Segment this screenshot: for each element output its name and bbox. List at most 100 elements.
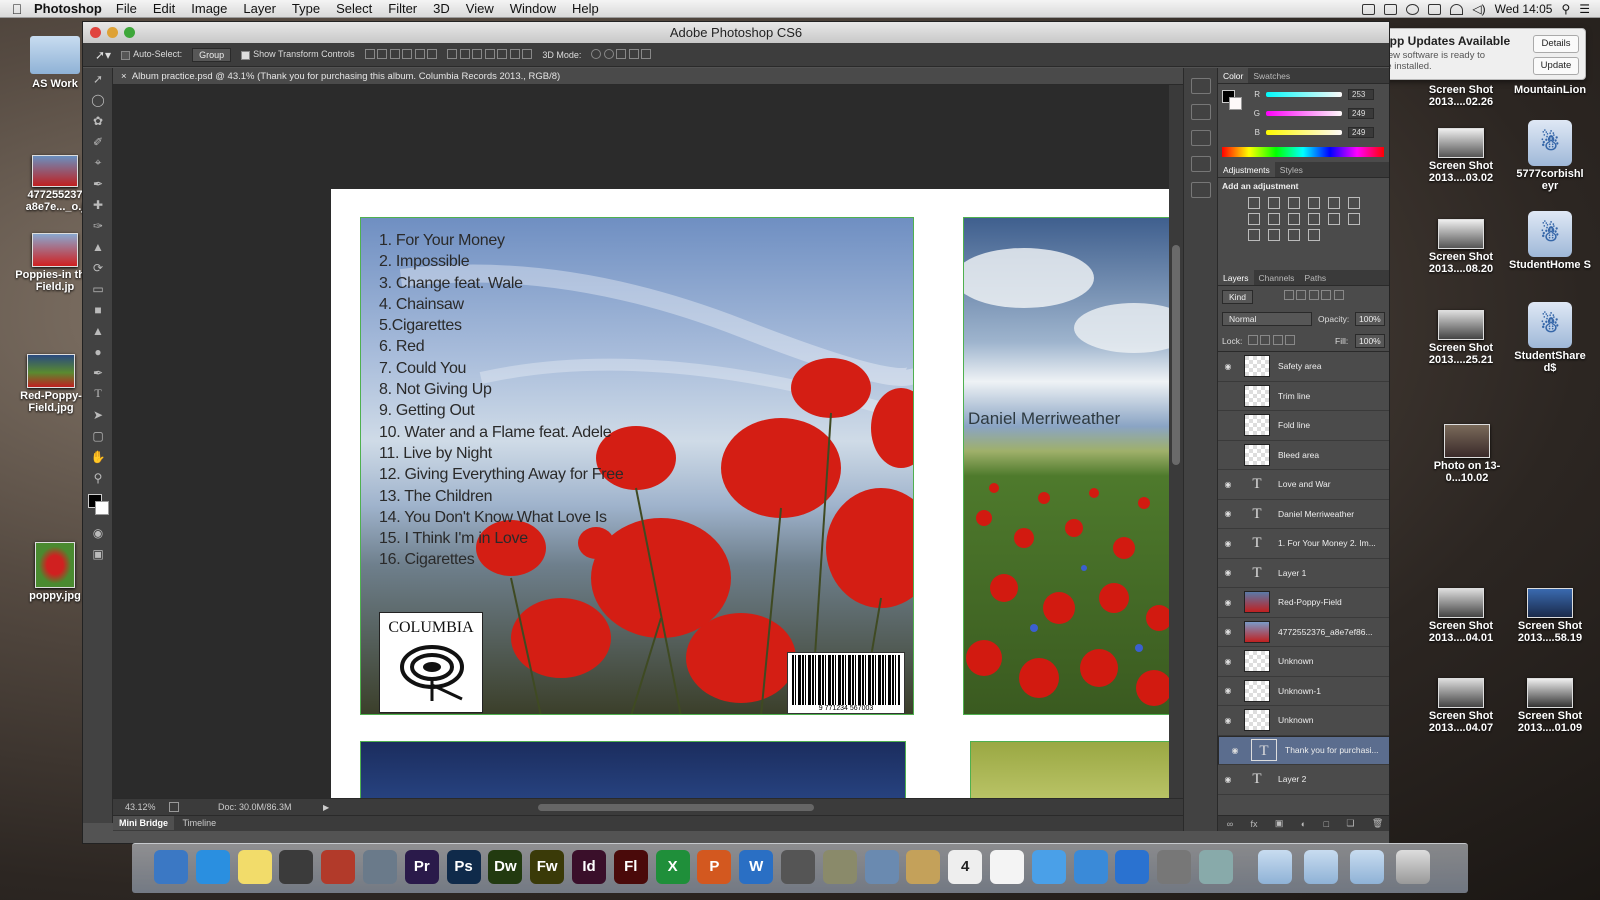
dock-stickies-icon[interactable] (237, 850, 272, 884)
eraser-tool-icon[interactable]: ▭ (83, 278, 113, 299)
quick-select-tool-icon[interactable]: ✐ (83, 131, 113, 152)
layer-name[interactable]: Unknown-1 (1278, 686, 1321, 696)
tab-adjustments[interactable]: Adjustments (1218, 162, 1275, 177)
layer-name[interactable]: Bleed area (1278, 450, 1319, 460)
dock-launchpad-icon[interactable] (781, 850, 815, 884)
desktop-item[interactable]: Screen Shot 2013....03.02 (1420, 128, 1502, 184)
new-layer-icon[interactable]: ❏ (1346, 818, 1354, 829)
desktop-item[interactable]: MountainLion (1509, 84, 1591, 96)
distribute-icons[interactable] (447, 48, 533, 61)
red-slider[interactable]: R 253 (1218, 85, 1389, 104)
layer-name[interactable]: Unknown (1278, 656, 1313, 666)
dock-iphoto-icon[interactable] (363, 850, 397, 884)
layer-name[interactable]: Fold line (1278, 420, 1310, 430)
dock-dreamweaver-icon[interactable]: Dw (488, 850, 523, 884)
dock-finder-icon[interactable] (154, 850, 188, 884)
status-options-icon[interactable] (169, 802, 179, 812)
horizontal-scrollbar-thumb[interactable] (538, 804, 814, 811)
black-white-icon[interactable] (1268, 213, 1280, 225)
desktop-item[interactable]: Screen Shot 2013....08.20 (1420, 219, 1502, 275)
eye-icon[interactable]: ◉ (1220, 568, 1236, 577)
background-color-swatch[interactable] (95, 501, 109, 515)
lock-icons[interactable] (1248, 335, 1296, 347)
delete-layer-icon[interactable]: 🗑 (1372, 818, 1383, 829)
dock-photo-booth-icon[interactable] (321, 850, 356, 884)
tab-styles[interactable]: Styles (1275, 162, 1308, 177)
lasso-tool-icon[interactable]: ✿ (83, 110, 113, 131)
eye-icon[interactable]: ◉ (1220, 598, 1236, 607)
eye-icon[interactable]: ◉ (1220, 509, 1236, 518)
layer-row[interactable]: ◉ T Layer 2 (1218, 765, 1389, 795)
layer-style-icon[interactable]: fx (1250, 819, 1257, 829)
dock-messages-icon[interactable] (1031, 850, 1066, 884)
layer-name[interactable]: Layer 2 (1278, 774, 1306, 784)
blue-slider[interactable]: B 249 (1218, 123, 1389, 142)
eye-icon[interactable]: ◉ (1227, 746, 1243, 755)
menu-file[interactable]: File (116, 1, 137, 16)
fill-input[interactable]: 100% (1355, 334, 1385, 348)
dock-documents-icon[interactable] (1304, 850, 1338, 884)
zoom-level[interactable]: 43.12% (125, 799, 156, 816)
layer-filter-icons[interactable] (1284, 290, 1344, 302)
dock-preview-icon[interactable] (822, 850, 857, 884)
dock-trash-icon[interactable] (1396, 850, 1430, 884)
shape-tool-icon[interactable]: ▢ (83, 425, 113, 446)
layer-name[interactable]: 1. For Your Money 2. Im... (1278, 538, 1376, 548)
menu-window[interactable]: Window (510, 1, 556, 16)
desktop-item[interactable]: Screen Shot 2013....01.09 (1509, 678, 1591, 734)
menu-layer[interactable]: Layer (243, 1, 276, 16)
exposure-icon[interactable] (1308, 197, 1320, 209)
blur-tool-icon[interactable]: ▲ (83, 320, 113, 341)
green-value[interactable]: 249 (1348, 108, 1374, 119)
dock-itunes-icon[interactable] (1073, 850, 1108, 884)
menu-type[interactable]: Type (292, 1, 320, 16)
invert-icon[interactable] (1348, 213, 1360, 225)
layer-name[interactable]: Daniel Merriweather (1278, 509, 1354, 519)
desktop-item[interactable]: Screen Shot 2013....04.07 (1420, 678, 1502, 734)
opacity-input[interactable]: 100% (1355, 312, 1385, 326)
dock-photos-icon[interactable] (1199, 850, 1233, 884)
canvas-vertical-scrollbar[interactable] (1169, 85, 1183, 798)
layer-name[interactable]: 4772552376_a8e7ef86... (1278, 627, 1373, 637)
move-tool-preset-icon[interactable]: ➚▾ (95, 48, 111, 62)
menu-filter[interactable]: Filter (388, 1, 417, 16)
dock-mail-icon[interactable] (864, 850, 899, 884)
eye-icon[interactable]: ◉ (1220, 686, 1236, 695)
threshold-icon[interactable] (1268, 229, 1280, 241)
layer-name[interactable]: Safety area (1278, 361, 1321, 371)
desktop-item[interactable]: ☃ StudentHome S (1509, 211, 1591, 271)
history-panel-icon[interactable] (1190, 78, 1211, 94)
zoom-tool-icon[interactable]: ⚲ (83, 467, 113, 488)
dock-calendar-icon[interactable]: 4 (948, 850, 983, 884)
photo-filter-icon[interactable] (1288, 213, 1300, 225)
desktop-item[interactable]: Screen Shot 2013....04.01 (1420, 588, 1502, 644)
status-menu-arrow-icon[interactable]: ▶ (323, 799, 329, 816)
layer-row[interactable]: ◉ Unknown-1 (1218, 677, 1389, 706)
healing-tool-icon[interactable]: ✚ (83, 194, 113, 215)
quick-mask-icon[interactable]: ◉ (83, 522, 113, 543)
curves-icon[interactable] (1288, 197, 1300, 209)
menu-app-name[interactable]: Photoshop (34, 1, 102, 16)
layer-row[interactable]: ◉ Unknown (1218, 706, 1389, 736)
color-spectrum[interactable] (1222, 147, 1384, 157)
channel-mixer-icon[interactable] (1308, 213, 1320, 225)
tab-color[interactable]: Color (1218, 68, 1249, 83)
menu-3d[interactable]: 3D (433, 1, 450, 16)
dock-powerpoint-icon[interactable]: P (697, 850, 732, 884)
layer-row-selected[interactable]: ◉ T Thank you for purchasi... (1218, 735, 1389, 765)
posterize-icon[interactable] (1248, 229, 1260, 241)
desktop-item[interactable]: Screen Shot 2013....02.26 (1420, 84, 1502, 108)
move-tool-icon[interactable]: ➚ (83, 68, 113, 89)
scrollbar-thumb[interactable] (1172, 245, 1180, 465)
dock-premiere-icon[interactable]: Pr (404, 850, 439, 884)
dock-safari-icon[interactable] (195, 850, 230, 884)
dock-app-store-icon[interactable] (1115, 850, 1150, 884)
tab-swatches[interactable]: Swatches (1248, 68, 1295, 83)
eyedropper-tool-icon[interactable]: ✒ (83, 173, 113, 194)
hand-tool-icon[interactable]: ✋ (83, 446, 113, 467)
desktop-item[interactable]: Photo on 13-0...10.02 (1426, 424, 1508, 484)
dock-flash-icon[interactable]: Fl (613, 850, 648, 884)
eye-icon[interactable]: ◉ (1220, 539, 1236, 548)
eye-icon[interactable]: ◉ (1220, 775, 1236, 784)
update-button[interactable]: Update (1533, 57, 1579, 75)
